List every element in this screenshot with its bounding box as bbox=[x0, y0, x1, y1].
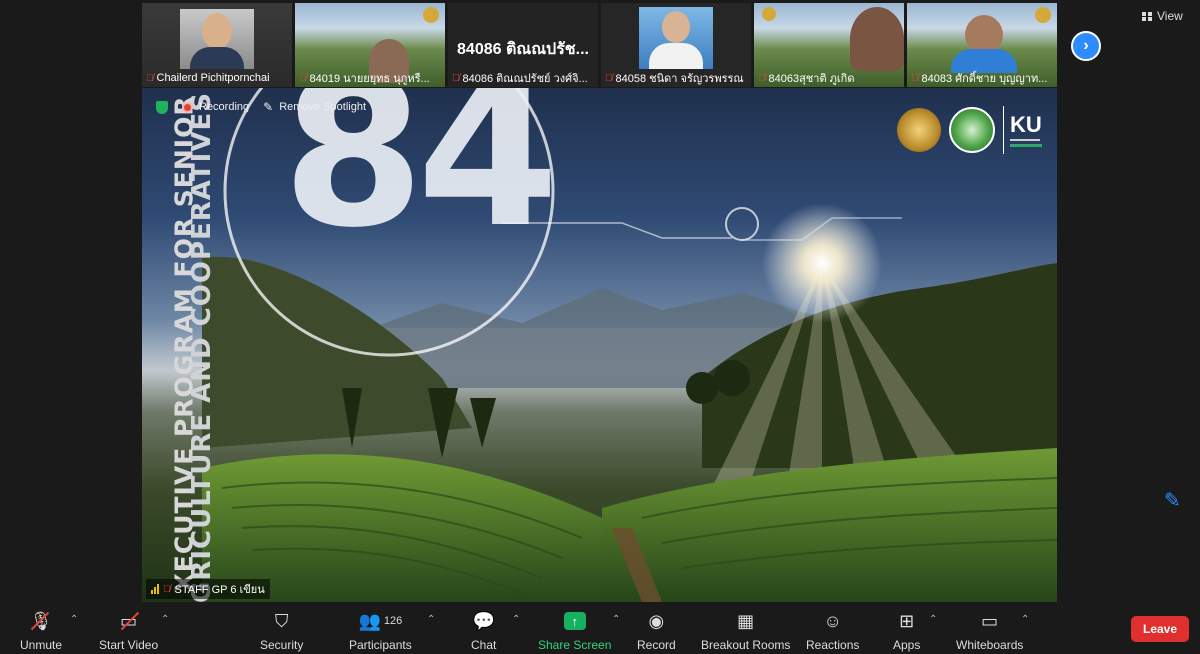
shield-icon bbox=[156, 100, 168, 114]
unmute-button[interactable]: 🎙 Unmute bbox=[20, 610, 63, 653]
leave-button[interactable]: Leave bbox=[1131, 616, 1189, 642]
participant-name-bar: 🎙̸ 84058 ชนิดา จรัญวรพรรณ bbox=[601, 69, 751, 87]
annotate-pen-icon[interactable]: ✎ bbox=[1164, 488, 1181, 512]
participants-count: 126 bbox=[383, 615, 403, 627]
participant-strip: 🎙̸ Chailerd Pichitpornchai 🎙̸ 84019 นายย… bbox=[142, 0, 1058, 88]
whiteboards-button[interactable]: ▭ Whiteboards bbox=[956, 610, 1024, 653]
mic-muted-icon: 🎙̸ bbox=[299, 72, 307, 84]
mic-muted-icon: 🎙̸ bbox=[605, 72, 613, 84]
reactions-label: Reactions bbox=[806, 638, 860, 652]
chat-options-caret[interactable]: ⌃ bbox=[512, 614, 520, 625]
apps-icon: ⊞ bbox=[899, 610, 915, 631]
whiteboard-icon: ▭ bbox=[981, 610, 999, 631]
view-label: View bbox=[1157, 9, 1183, 23]
share-arrow-icon: ↑ bbox=[563, 610, 586, 632]
ministry-logo bbox=[949, 107, 995, 153]
signal-strength-icon bbox=[151, 584, 159, 594]
shield-icon: ⛉ bbox=[274, 610, 289, 631]
apps-label: Apps bbox=[893, 638, 921, 652]
participant-name-bar: 🎙̸ 84083 ศักดิ์ชาย บุญญาท... bbox=[907, 69, 1057, 87]
participants-button[interactable]: 👥 126 Participants bbox=[349, 610, 412, 653]
participant-name: 84019 นายยยุทธ นุกูหรื... bbox=[309, 73, 430, 85]
mic-muted-icon: 🎙̸ bbox=[911, 72, 919, 84]
chat-button[interactable]: 💬 Chat bbox=[471, 610, 497, 653]
participant-name: 84086 ติณณปรัชย์ วงศ์จิ... bbox=[462, 73, 588, 85]
landscape-background bbox=[202, 88, 1057, 602]
mic-muted-icon: 🎙̸ bbox=[758, 72, 766, 84]
video-off-icon: ▭ bbox=[120, 610, 138, 631]
chat-bubble-icon: 💬 bbox=[472, 610, 495, 631]
shared-content-stage: 84 XECUTIVE PROGRAM FOR SENIOR MANAGE GR… bbox=[142, 88, 1057, 602]
participant-name-bar: 🎙̸ 84086 ติณณปรัชย์ วงศ์จิ... bbox=[448, 69, 598, 87]
record-icon: ◉ bbox=[648, 610, 665, 631]
breakout-rooms-button[interactable]: ▦ Breakout Rooms bbox=[701, 610, 791, 653]
record-button[interactable]: ◉ Record bbox=[637, 610, 676, 653]
share-options-caret[interactable]: ⌃ bbox=[612, 614, 620, 625]
chevron-right-icon: › bbox=[1083, 37, 1089, 54]
start-video-button[interactable]: ▭ Start Video bbox=[99, 610, 159, 653]
participant-tile[interactable]: 🎙̸ 84083 ศักดิ์ชาย บุญญาท... bbox=[907, 3, 1057, 87]
participant-name-bar: 🎙̸ 84063สุชาติ ภูเกิด bbox=[754, 69, 904, 87]
program-side-title-2: GRICULTURE AND COOPERATIVES bbox=[187, 92, 217, 602]
participant-name: 84063สุชาติ ภูเกิด bbox=[768, 73, 855, 85]
participant-tile[interactable]: 🎙̸ 84063สุชาติ ภูเกิด bbox=[754, 3, 904, 87]
meeting-toolbar: 🎙 Unmute ⌃ ▭ Start Video ⌃ ⛉ Security 👥 1… bbox=[0, 604, 1200, 654]
pin-icon: ✎ bbox=[263, 100, 274, 114]
recording-indicator[interactable]: Recording bbox=[182, 101, 249, 113]
audio-options-caret[interactable]: ⌃ bbox=[70, 614, 78, 625]
start-video-label: Start Video bbox=[99, 638, 159, 652]
chat-label: Chat bbox=[471, 638, 497, 652]
participant-big-name: 84086 ติณณปรัช... bbox=[457, 41, 589, 58]
record-dot-icon bbox=[182, 101, 193, 113]
apps-options-caret[interactable]: ⌃ bbox=[929, 614, 937, 625]
security-label: Security bbox=[260, 638, 304, 652]
apps-button[interactable]: ⊞ Apps bbox=[893, 610, 921, 653]
participant-name: 84058 ชนิดา จรัญวรพรรณ bbox=[615, 73, 744, 85]
share-screen-button[interactable]: ↑ Share Screen bbox=[538, 610, 611, 652]
remove-spotlight-button[interactable]: ✎ Remove Spotlight bbox=[263, 100, 366, 114]
participant-tile[interactable]: 🎙̸ 84058 ชนิดา จรัญวรพรรณ bbox=[601, 3, 751, 87]
breakout-rooms-label: Breakout Rooms bbox=[701, 638, 791, 652]
participant-tile[interactable]: 84086 ติณณปรัช... 🎙̸ 84086 ติณณปรัชย์ วง… bbox=[448, 3, 598, 87]
participant-name-bar: 🎙̸ 84019 นายยยุทธ นุกูหรื... bbox=[295, 69, 445, 87]
view-button[interactable]: View bbox=[1142, 6, 1192, 26]
grid-icon bbox=[1142, 11, 1152, 21]
reactions-button[interactable]: ☺ Reactions bbox=[806, 610, 860, 653]
meeting-status-bar: Recording ✎ Remove Spotlight bbox=[156, 100, 366, 114]
participant-tile[interactable]: 🎙̸ Chailerd Pichitpornchai bbox=[142, 3, 292, 87]
participant-tile[interactable]: 🎙̸ 84019 นายยยุทธ นุกูหรื... bbox=[295, 3, 445, 87]
share-screen-label: Share Screen bbox=[538, 638, 612, 652]
participant-name: 84083 ศักดิ์ชาย บุญญาท... bbox=[921, 73, 1048, 85]
participants-label: Participants bbox=[349, 638, 412, 652]
video-options-caret[interactable]: ⌃ bbox=[161, 614, 169, 625]
next-page-button[interactable]: › bbox=[1071, 31, 1101, 61]
participant-name: Chailerd Pichitpornchai bbox=[156, 72, 270, 84]
remove-spotlight-label: Remove Spotlight bbox=[279, 101, 367, 113]
security-button[interactable]: ⛉ Security bbox=[260, 610, 304, 653]
speaker-name: STAFF GP 6 เขียน bbox=[174, 584, 265, 596]
whiteboards-label: Whiteboards bbox=[956, 638, 1024, 652]
ku-logo-text: KU bbox=[1010, 111, 1042, 137]
unmute-label: Unmute bbox=[20, 638, 63, 652]
mic-muted-icon: 🎙̸ bbox=[163, 583, 171, 595]
org-logos: KU bbox=[897, 106, 1047, 154]
mic-muted-icon: 🎙̸ bbox=[146, 72, 154, 84]
active-speaker-label: 🎙̸ STAFF GP 6 เขียน bbox=[146, 579, 270, 599]
people-icon: 👥 126 bbox=[358, 610, 403, 631]
microphone-muted-icon: 🎙 bbox=[29, 610, 53, 631]
royal-emblem-logo bbox=[897, 108, 941, 152]
participants-options-caret[interactable]: ⌃ bbox=[427, 614, 435, 625]
recording-label: Recording bbox=[199, 101, 250, 113]
smiley-icon: ☺ bbox=[823, 610, 842, 631]
record-label: Record bbox=[637, 638, 676, 652]
ku-logo: KU bbox=[1003, 106, 1047, 154]
mic-muted-icon: 🎙̸ bbox=[452, 72, 460, 84]
grid-icon: ▦ bbox=[737, 610, 755, 631]
whiteboards-options-caret[interactable]: ⌃ bbox=[1021, 614, 1029, 625]
participant-name-bar: 🎙̸ Chailerd Pichitpornchai bbox=[142, 69, 292, 87]
